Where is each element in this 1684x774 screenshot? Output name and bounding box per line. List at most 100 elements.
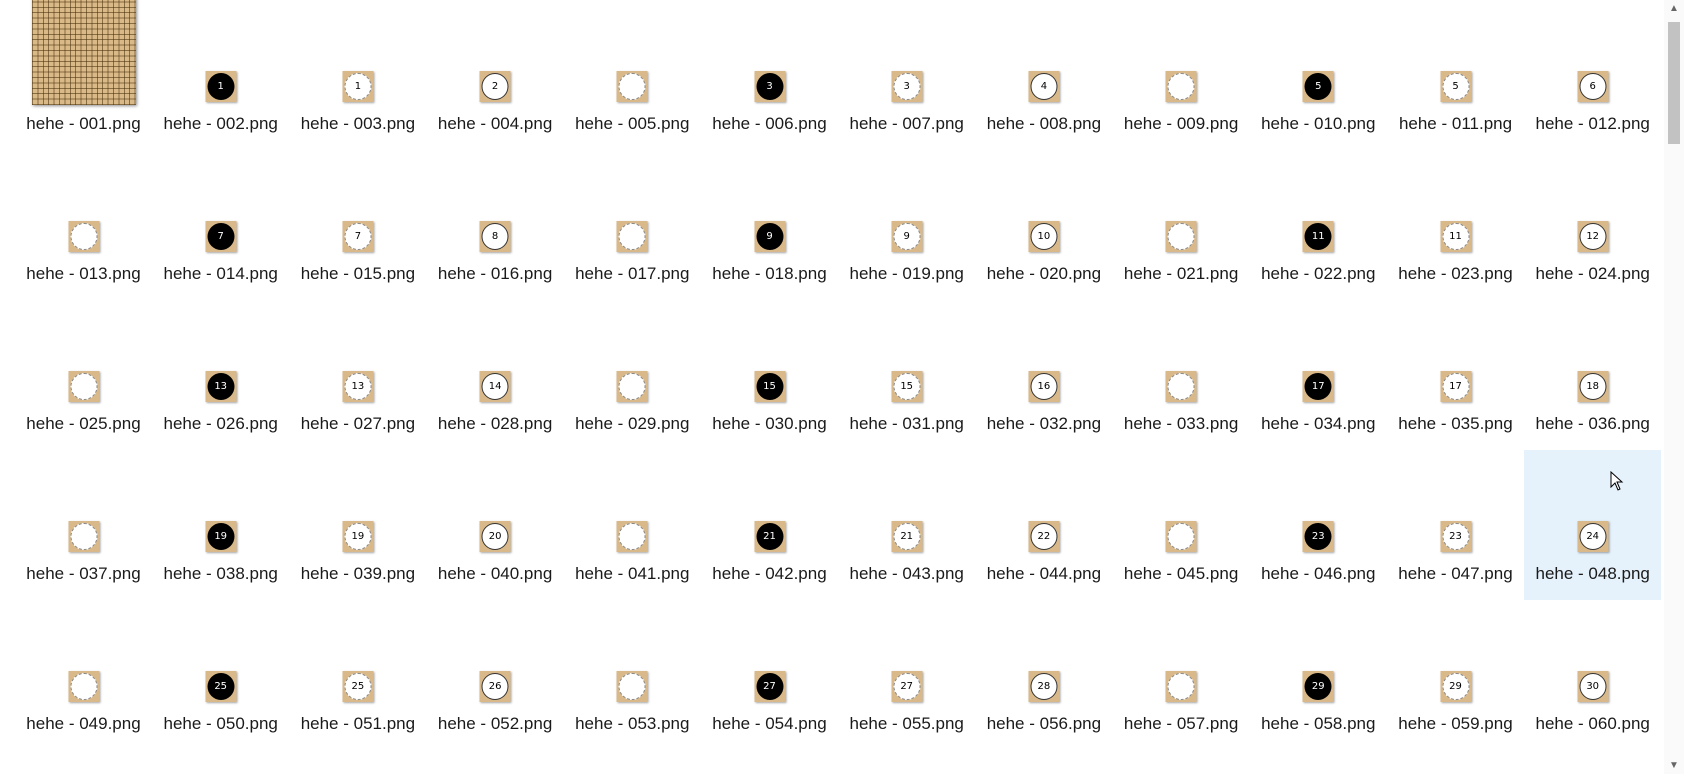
file-item[interactable]: hehe - 025.png bbox=[15, 300, 152, 450]
file-item[interactable]: 16 hehe - 032.png bbox=[975, 300, 1112, 450]
file-name: hehe - 040.png bbox=[437, 564, 553, 583]
file-item[interactable]: 13 hehe - 027.png bbox=[289, 300, 426, 450]
file-name: hehe - 011.png bbox=[1398, 114, 1513, 133]
file-name: hehe - 036.png bbox=[1535, 414, 1650, 433]
file-item[interactable]: 6 hehe - 012.png bbox=[1524, 0, 1661, 150]
file-item[interactable]: 26 hehe - 052.png bbox=[427, 600, 564, 750]
file-item[interactable]: 18 hehe - 036.png bbox=[1524, 300, 1661, 450]
white-stone-icon: 24 bbox=[1579, 523, 1607, 550]
file-item[interactable]: 27 hehe - 055.png bbox=[838, 600, 975, 750]
white-stone-icon: 20 bbox=[481, 523, 509, 550]
file-item[interactable]: 11 hehe - 023.png bbox=[1387, 150, 1524, 300]
scroll-down-icon[interactable]: ▼ bbox=[1664, 757, 1684, 774]
file-item[interactable]: 23 hehe - 047.png bbox=[1387, 450, 1524, 600]
file-name: hehe - 004.png bbox=[437, 114, 553, 133]
white-stone-icon: 14 bbox=[481, 373, 509, 400]
file-item[interactable]: 25 hehe - 050.png bbox=[152, 600, 289, 750]
file-item[interactable]: 14 hehe - 028.png bbox=[427, 300, 564, 450]
scroll-thumb[interactable] bbox=[1668, 22, 1680, 144]
file-item[interactable]: hehe - 013.png bbox=[15, 150, 152, 300]
file-item[interactable]: 3 hehe - 007.png bbox=[838, 0, 975, 150]
spot-stone-icon: 9 bbox=[893, 223, 921, 250]
file-name: hehe - 017.png bbox=[575, 264, 690, 283]
file-item[interactable]: 20 hehe - 040.png bbox=[427, 450, 564, 600]
black-stone-icon: 21 bbox=[756, 523, 783, 550]
file-item[interactable]: 17 hehe - 035.png bbox=[1387, 300, 1524, 450]
white-stone-icon: 10 bbox=[1030, 223, 1058, 250]
file-name: hehe - 019.png bbox=[849, 264, 964, 283]
vertical-scrollbar[interactable]: ▲ ▼ bbox=[1664, 0, 1684, 774]
file-item[interactable]: 1 hehe - 003.png bbox=[289, 0, 426, 150]
stone-thumbnail: 27 bbox=[754, 671, 785, 702]
file-name: hehe - 028.png bbox=[437, 414, 553, 433]
spot-stone-icon: 15 bbox=[893, 373, 921, 400]
file-item[interactable]: 27 hehe - 054.png bbox=[701, 600, 838, 750]
file-item[interactable]: hehe - 017.png bbox=[564, 150, 701, 300]
file-item[interactable]: 2 hehe - 004.png bbox=[427, 0, 564, 150]
stone-thumbnail: 6 bbox=[1577, 71, 1609, 102]
file-item[interactable]: 7 hehe - 015.png bbox=[289, 150, 426, 300]
scroll-up-icon[interactable]: ▲ bbox=[1664, 0, 1684, 17]
stone-thumbnail bbox=[616, 221, 648, 252]
file-item[interactable]: 23 hehe - 046.png bbox=[1250, 450, 1387, 600]
file-item[interactable]: hehe - 009.png bbox=[1113, 0, 1250, 150]
file-item[interactable]: 12 hehe - 024.png bbox=[1524, 150, 1661, 300]
white-stone-icon: 30 bbox=[1579, 673, 1607, 700]
file-name: hehe - 046.png bbox=[1261, 564, 1376, 583]
file-item[interactable]: hehe - 033.png bbox=[1113, 300, 1250, 450]
file-item[interactable]: 5 hehe - 010.png bbox=[1250, 0, 1387, 150]
file-item[interactable]: 24 hehe - 048.png bbox=[1524, 450, 1662, 600]
file-item[interactable]: hehe - 057.png bbox=[1113, 600, 1250, 750]
file-item[interactable]: 30 hehe - 060.png bbox=[1524, 600, 1661, 750]
stone-thumbnail bbox=[1165, 521, 1197, 552]
spot-stone-icon bbox=[618, 373, 646, 400]
file-item[interactable]: 8 hehe - 016.png bbox=[427, 150, 564, 300]
white-stone-icon: 22 bbox=[1030, 523, 1058, 550]
spot-stone-icon: 23 bbox=[1442, 523, 1469, 550]
file-item[interactable]: 9 hehe - 018.png bbox=[701, 150, 838, 300]
file-item[interactable]: 21 hehe - 042.png bbox=[701, 450, 838, 600]
stone-thumbnail: 16 bbox=[1028, 371, 1060, 402]
file-item[interactable]: 1 hehe - 002.png bbox=[152, 0, 289, 150]
stone-thumbnail: 9 bbox=[891, 221, 923, 252]
spot-stone-icon: 21 bbox=[893, 523, 921, 550]
file-item[interactable]: 28 hehe - 056.png bbox=[975, 600, 1112, 750]
spot-stone-icon bbox=[618, 673, 646, 700]
black-stone-icon: 11 bbox=[1304, 223, 1332, 250]
file-item[interactable]: hehe - 001.png bbox=[15, 0, 152, 150]
file-item[interactable]: 4 hehe - 008.png bbox=[975, 0, 1112, 150]
file-item[interactable]: hehe - 045.png bbox=[1113, 450, 1250, 600]
file-item[interactable]: 10 hehe - 020.png bbox=[975, 150, 1112, 300]
file-item[interactable]: 29 hehe - 058.png bbox=[1250, 600, 1387, 750]
stone-thumbnail: 29 bbox=[1440, 671, 1471, 702]
file-name: hehe - 038.png bbox=[163, 564, 278, 583]
stone-thumbnail: 11 bbox=[1440, 221, 1471, 252]
file-item[interactable]: hehe - 021.png bbox=[1113, 150, 1250, 300]
file-item[interactable]: hehe - 053.png bbox=[564, 600, 701, 750]
file-item[interactable]: 3 hehe - 006.png bbox=[701, 0, 838, 150]
file-item[interactable]: 25 hehe - 051.png bbox=[289, 600, 426, 750]
file-item[interactable]: 11 hehe - 022.png bbox=[1250, 150, 1387, 300]
file-item[interactable]: 5 hehe - 011.png bbox=[1387, 0, 1524, 150]
file-item[interactable]: 13 hehe - 026.png bbox=[152, 300, 289, 450]
spot-stone-icon: 19 bbox=[344, 523, 372, 550]
file-item[interactable]: 19 hehe - 039.png bbox=[289, 450, 426, 600]
file-item[interactable]: 29 hehe - 059.png bbox=[1387, 600, 1524, 750]
stone-thumbnail: 3 bbox=[891, 71, 923, 102]
file-item[interactable]: 21 hehe - 043.png bbox=[838, 450, 975, 600]
file-item[interactable]: 17 hehe - 034.png bbox=[1250, 300, 1387, 450]
stone-thumbnail bbox=[68, 521, 99, 552]
file-item[interactable]: hehe - 041.png bbox=[564, 450, 701, 600]
file-item[interactable]: hehe - 037.png bbox=[15, 450, 152, 600]
file-item[interactable]: 22 hehe - 044.png bbox=[975, 450, 1112, 600]
file-item[interactable]: 9 hehe - 019.png bbox=[838, 150, 975, 300]
stone-thumbnail: 27 bbox=[891, 671, 923, 702]
file-item[interactable]: hehe - 005.png bbox=[564, 0, 701, 150]
file-item[interactable]: hehe - 049.png bbox=[15, 600, 152, 750]
file-item[interactable]: 7 hehe - 014.png bbox=[152, 150, 289, 300]
file-name: hehe - 006.png bbox=[712, 114, 827, 133]
file-item[interactable]: 15 hehe - 031.png bbox=[838, 300, 975, 450]
file-item[interactable]: 19 hehe - 038.png bbox=[152, 450, 289, 600]
file-item[interactable]: 15 hehe - 030.png bbox=[701, 300, 838, 450]
file-item[interactable]: hehe - 029.png bbox=[564, 300, 701, 450]
